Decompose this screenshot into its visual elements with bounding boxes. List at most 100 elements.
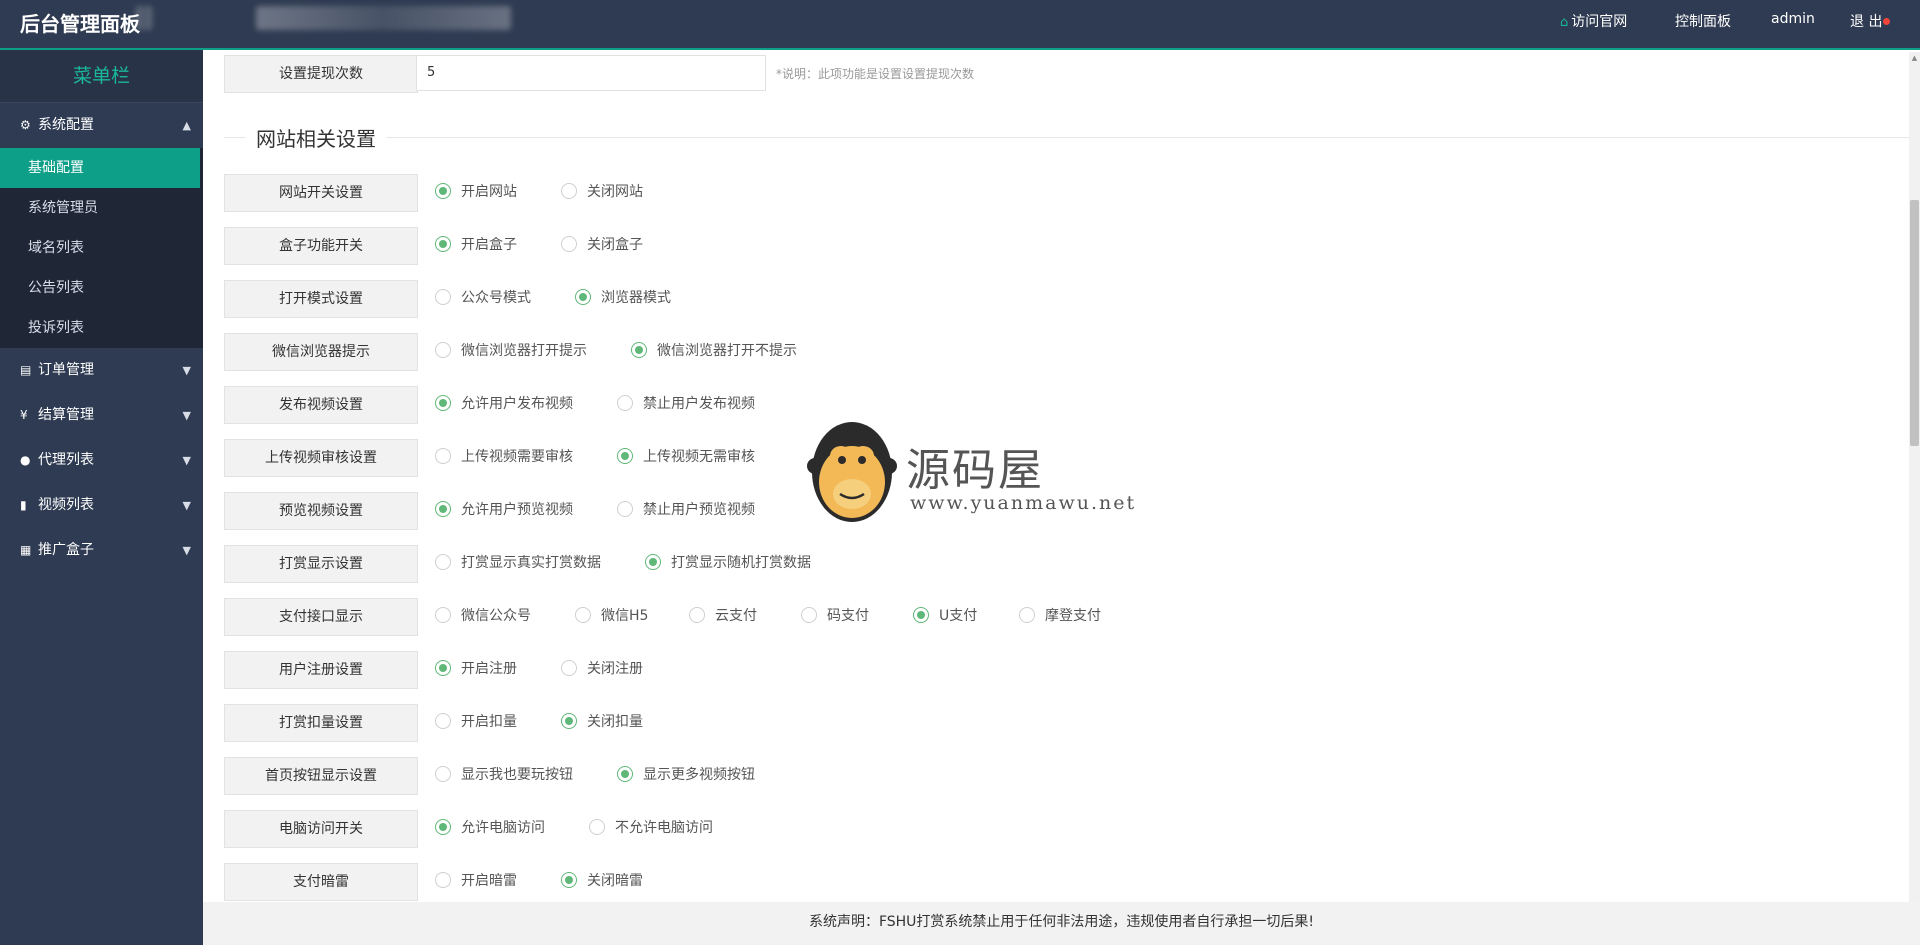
radio-option-label: 微信浏览器打开提示 [461, 343, 587, 359]
sidebar-item-announcements[interactable]: 公告列表 [0, 268, 203, 308]
app-logo[interactable]: 后台管理面板 [20, 8, 140, 37]
radio-checked-icon[interactable] [435, 660, 451, 676]
radio-checked-icon[interactable] [561, 713, 577, 729]
radio-unchecked-icon[interactable] [435, 289, 451, 305]
radio-checked-icon[interactable] [561, 872, 577, 888]
radio-unchecked-icon[interactable] [617, 501, 633, 517]
sidebar-group-promo-box[interactable]: ▦ 推广盒子 ▼ [0, 528, 203, 573]
radio-option[interactable]: 上传视频需要审核 [435, 447, 573, 467]
radio-unchecked-icon[interactable] [689, 607, 705, 623]
visit-site-link[interactable]: ⌂ 访问官网 [1560, 11, 1627, 31]
radio-option-label: 开启注册 [461, 661, 517, 677]
radio-option[interactable]: 上传视频无需审核 [617, 447, 755, 467]
radio-unchecked-icon[interactable] [1019, 607, 1035, 623]
radio-unchecked-icon[interactable] [435, 448, 451, 464]
radio-option[interactable]: 不允许电脑访问 [589, 818, 713, 838]
radio-option[interactable]: 微信H5 [575, 606, 648, 626]
sidebar-group-orders[interactable]: ▤ 订单管理 ▼ [0, 348, 203, 393]
radio-option[interactable]: 开启盒子 [435, 235, 517, 255]
scroll-up-icon[interactable]: ▲ [1909, 54, 1920, 62]
radio-unchecked-icon[interactable] [589, 819, 605, 835]
radio-unchecked-icon[interactable] [561, 183, 577, 199]
user-link[interactable]: admin [1771, 11, 1815, 27]
radio-unchecked-icon[interactable] [435, 872, 451, 888]
radio-option-label: 关闭盒子 [587, 237, 643, 253]
radio-option[interactable]: 允许用户预览视频 [435, 500, 573, 520]
radio-checked-icon[interactable] [631, 342, 647, 358]
radio-checked-icon[interactable] [617, 766, 633, 782]
logout-link[interactable]: 退 出 [1850, 11, 1891, 31]
sidebar-item-admins[interactable]: 系统管理员 [0, 188, 203, 228]
sidebar-group-videos[interactable]: ▮ 视频列表 ▼ [0, 483, 203, 528]
radio-option[interactable]: 开启注册 [435, 659, 517, 679]
radio-checked-icon[interactable] [435, 183, 451, 199]
footer-disclaimer: 系统声明：FSHU打赏系统禁止用于任何非法用途，违规使用者自行承担一切后果! [203, 902, 1920, 945]
setting-label: 用户注册设置 [224, 651, 418, 689]
radio-option[interactable]: 公众号模式 [435, 288, 531, 308]
radio-option[interactable]: 关闭盒子 [561, 235, 643, 255]
radio-unchecked-icon[interactable] [435, 607, 451, 623]
radio-unchecked-icon[interactable] [617, 395, 633, 411]
radio-checked-icon[interactable] [617, 448, 633, 464]
withdraw-count-input[interactable]: 5 [416, 55, 766, 91]
radio-checked-icon[interactable] [913, 607, 929, 623]
radio-checked-icon[interactable] [435, 236, 451, 252]
radio-unchecked-icon[interactable] [575, 607, 591, 623]
radio-option[interactable]: 微信浏览器打开提示 [435, 341, 587, 361]
caret-down-icon: ▼ [182, 409, 191, 422]
radio-checked-icon[interactable] [435, 819, 451, 835]
setting-label: 电脑访问开关 [224, 810, 418, 848]
radio-option[interactable]: 显示我也要玩按钮 [435, 765, 573, 785]
radio-option[interactable]: 云支付 [689, 606, 757, 626]
sidebar-group-system[interactable]: ⚙ 系统配置 ▲ [0, 103, 203, 148]
radio-option[interactable]: 关闭扣量 [561, 712, 643, 732]
radio-option-label: 微信公众号 [461, 608, 531, 624]
radio-option[interactable]: 微信浏览器打开不提示 [631, 341, 797, 361]
sidebar-item-domains[interactable]: 域名列表 [0, 228, 203, 268]
radio-option[interactable]: U支付 [913, 606, 977, 626]
scrollbar-thumb[interactable] [1910, 200, 1919, 446]
sidebar: 菜单栏 ⚙ 系统配置 ▲ 基础配置 系统管理员 域名列表 公告列表 投诉列表 ▤ 订… [0, 50, 203, 945]
radio-checked-icon[interactable] [435, 501, 451, 517]
blurred-text [136, 6, 152, 30]
radio-option[interactable]: 关闭暗雷 [561, 871, 643, 891]
radio-option[interactable]: 开启暗雷 [435, 871, 517, 891]
radio-unchecked-icon[interactable] [435, 766, 451, 782]
radio-option[interactable]: 打赏显示随机打赏数据 [645, 553, 811, 573]
radio-option[interactable]: 浏览器模式 [575, 288, 671, 308]
sidebar-group-settlement[interactable]: ¥ 结算管理 ▼ [0, 393, 203, 438]
radio-checked-icon[interactable] [645, 554, 661, 570]
radio-unchecked-icon[interactable] [435, 713, 451, 729]
radio-option[interactable]: 开启扣量 [435, 712, 517, 732]
withdraw-count-note: *说明：此项功能是设置设置提现次数 [776, 67, 975, 81]
radio-unchecked-icon[interactable] [561, 236, 577, 252]
radio-option-label: 允许电脑访问 [461, 820, 545, 836]
radio-option[interactable]: 允许用户发布视频 [435, 394, 573, 414]
sidebar-submenu: 基础配置 系统管理员 域名列表 公告列表 投诉列表 [0, 148, 203, 348]
radio-unchecked-icon[interactable] [435, 342, 451, 358]
radio-option[interactable]: 关闭注册 [561, 659, 643, 679]
radio-option-label: 微信H5 [601, 608, 649, 624]
sidebar-group-agents[interactable]: ● 代理列表 ▼ [0, 438, 203, 483]
radio-checked-icon[interactable] [435, 395, 451, 411]
radio-option[interactable]: 禁止用户发布视频 [617, 394, 755, 414]
sidebar-item-complaints[interactable]: 投诉列表 [0, 308, 203, 348]
radio-checked-icon[interactable] [575, 289, 591, 305]
radio-option[interactable]: 打赏显示真实打赏数据 [435, 553, 601, 573]
radio-unchecked-icon[interactable] [561, 660, 577, 676]
radio-unchecked-icon[interactable] [801, 607, 817, 623]
radio-option[interactable]: 关闭网站 [561, 182, 643, 202]
control-panel-link[interactable]: 控制面板 [1675, 11, 1731, 31]
page-scrollbar[interactable]: ▲ [1909, 52, 1920, 902]
radio-option[interactable]: 微信公众号 [435, 606, 531, 626]
radio-option[interactable]: 摩登支付 [1019, 606, 1101, 626]
setting-label: 预览视频设置 [224, 492, 418, 530]
user-icon: ● [20, 453, 31, 467]
radio-option[interactable]: 开启网站 [435, 182, 517, 202]
radio-option[interactable]: 码支付 [801, 606, 869, 626]
radio-unchecked-icon[interactable] [435, 554, 451, 570]
sidebar-item-basic-config[interactable]: 基础配置 [0, 148, 200, 188]
radio-option[interactable]: 显示更多视频按钮 [617, 765, 755, 785]
radio-option[interactable]: 禁止用户预览视频 [617, 500, 755, 520]
radio-option[interactable]: 允许电脑访问 [435, 818, 545, 838]
